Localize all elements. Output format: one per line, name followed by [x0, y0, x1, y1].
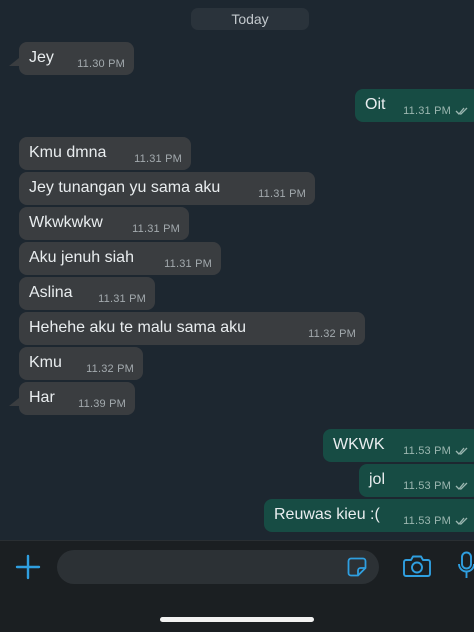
- message-bubble-incoming[interactable]: Aku jenuh siah 11.31 PM: [19, 242, 221, 275]
- message-text: Wkwkwkw: [29, 214, 103, 231]
- message-text: Jey tunangan yu sama aku: [29, 179, 221, 196]
- message-time: 11.31 PM: [258, 188, 306, 200]
- microphone-icon[interactable]: [458, 551, 474, 581]
- read-receipt-icon: [455, 482, 468, 490]
- message-bubble-incoming[interactable]: Jey 11.30 PM: [19, 42, 134, 75]
- message-bubble-incoming[interactable]: Wkwkwkw 11.31 PM: [19, 207, 189, 240]
- camera-icon[interactable]: [403, 554, 431, 578]
- message-bubble-outgoing[interactable]: WKWK 11.53 PM: [323, 429, 474, 462]
- message-bubble-incoming[interactable]: Jey tunangan yu sama aku 11.31 PM: [19, 172, 315, 205]
- message-text: Aku jenuh siah: [29, 249, 134, 266]
- read-receipt-icon: [455, 447, 468, 455]
- message-bubble-incoming[interactable]: Kmu dmna 11.31 PM: [19, 137, 191, 170]
- message-composer: [0, 540, 474, 632]
- message-bubble-outgoing[interactable]: Reuwas kieu :( 11.53 PM: [264, 499, 474, 532]
- message-time: 11.30 PM: [77, 58, 125, 70]
- read-receipt-icon: [455, 517, 468, 525]
- message-text: jol: [369, 471, 386, 488]
- message-text: Reuwas kieu :(: [274, 506, 380, 523]
- message-bubble-incoming[interactable]: Hehehe aku te malu sama aku 11.32 PM: [19, 312, 365, 345]
- message-time: 11.53 PM: [403, 515, 451, 527]
- chat-area: Today Jey 11.30 PM Oit 11.31 PM Kmu dmna…: [0, 0, 474, 540]
- sticker-icon[interactable]: [347, 557, 367, 577]
- message-text: Aslina: [29, 284, 73, 301]
- message-text: Jey: [29, 49, 54, 66]
- read-receipt-icon: [455, 107, 468, 115]
- plus-icon[interactable]: [15, 554, 41, 580]
- message-text: Har: [29, 389, 55, 406]
- message-time: 11.39 PM: [78, 398, 126, 410]
- bubble-tail: [9, 398, 19, 406]
- message-bubble-outgoing[interactable]: Oit 11.31 PM: [355, 89, 474, 122]
- date-divider: Today: [191, 8, 309, 30]
- message-time: 11.31 PM: [134, 153, 182, 165]
- message-time: 11.31 PM: [98, 293, 146, 305]
- message-time: 11.53 PM: [403, 445, 451, 457]
- message-text: Kmu: [29, 354, 62, 371]
- message-bubble-incoming[interactable]: Aslina 11.31 PM: [19, 277, 155, 310]
- message-time: 11.31 PM: [403, 105, 451, 117]
- message-time: 11.31 PM: [132, 223, 180, 235]
- message-text: Oit: [365, 96, 386, 113]
- message-time: 11.31 PM: [164, 258, 212, 270]
- home-indicator[interactable]: [160, 617, 314, 622]
- message-bubble-outgoing[interactable]: jol 11.53 PM: [359, 464, 474, 497]
- message-bubble-incoming[interactable]: Har 11.39 PM: [19, 382, 135, 415]
- message-text: Hehehe aku te malu sama aku: [29, 319, 247, 336]
- message-bubble-incoming[interactable]: Kmu 11.32 PM: [19, 347, 143, 380]
- bubble-tail: [9, 58, 19, 66]
- message-text: WKWK: [333, 436, 385, 453]
- message-text: Kmu dmna: [29, 144, 107, 161]
- message-time: 11.32 PM: [308, 328, 356, 340]
- message-input[interactable]: [57, 550, 379, 584]
- message-time: 11.53 PM: [403, 480, 451, 492]
- message-time: 11.32 PM: [86, 363, 134, 375]
